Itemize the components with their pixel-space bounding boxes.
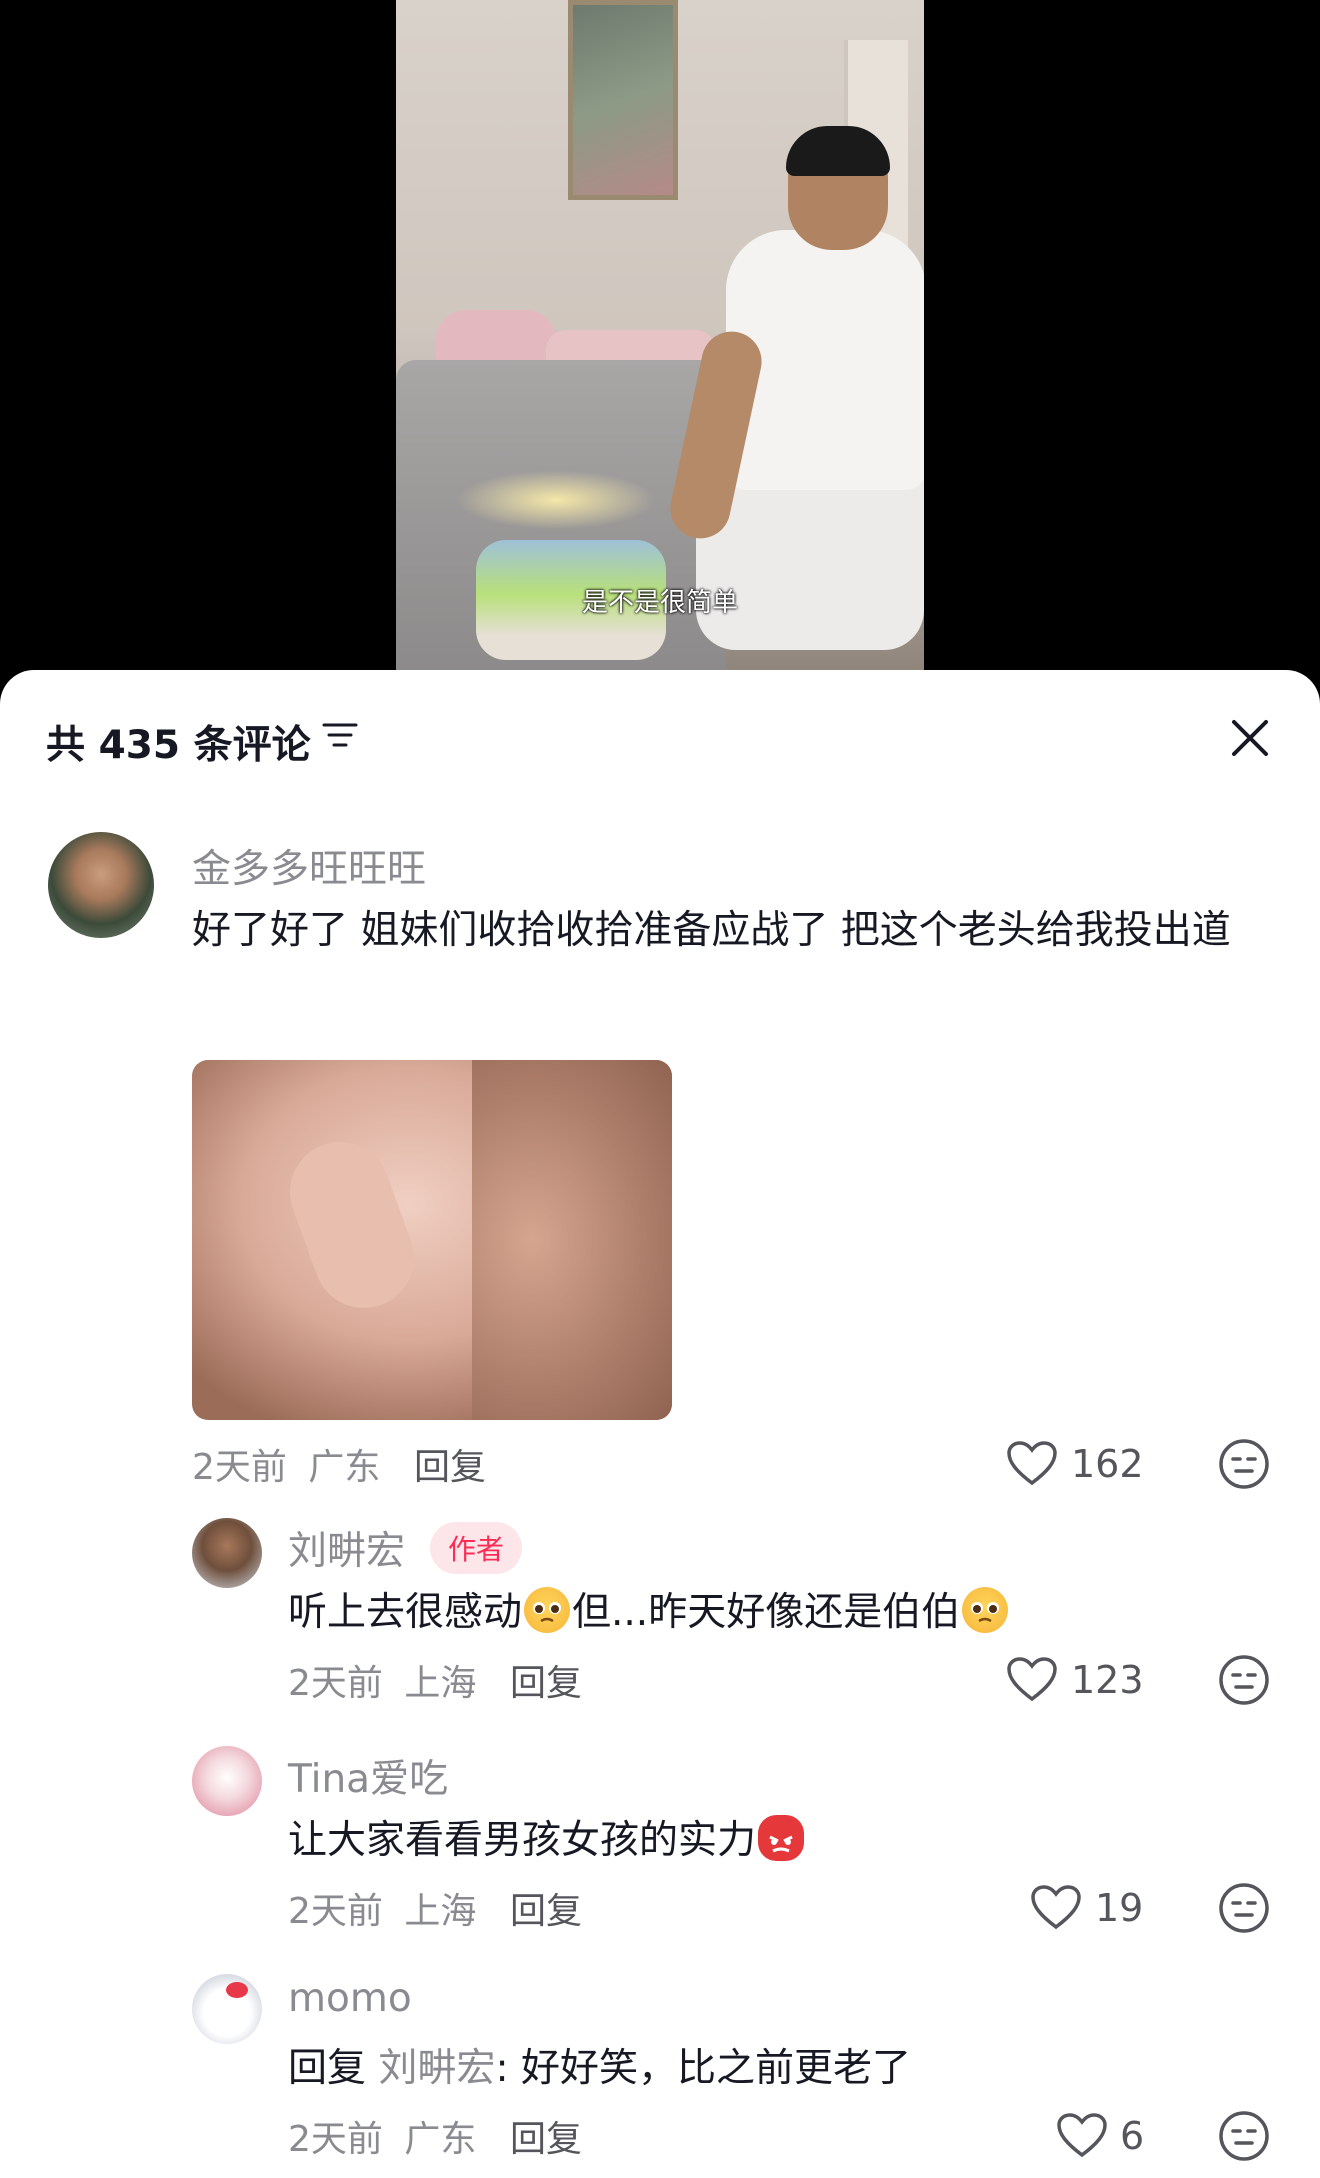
- author-badge: 作者: [430, 1522, 523, 1574]
- like-count: 19: [1095, 1886, 1144, 1930]
- heart-icon[interactable]: [1056, 2112, 1108, 2158]
- reply-button[interactable]: 回复: [510, 1654, 582, 1706]
- pleading-face-emoji-icon: [962, 1587, 1009, 1633]
- image-cheek: [472, 1060, 672, 1420]
- comment-text-part: 听上去很感动: [288, 1590, 523, 1635]
- heart-icon[interactable]: [1030, 1884, 1082, 1930]
- comments-count-title: 共 435 条评论: [46, 723, 311, 768]
- comment-text[interactable]: 回复 刘畊宏: 好好笑，比之前更老了: [288, 2036, 1268, 2102]
- comment-image[interactable]: [192, 1060, 672, 1420]
- comments-panel: 共 435 条评论 金多多旺旺旺 好了好了 姐妹们收拾收拾准备应战了 把这个老头…: [0, 670, 1320, 2178]
- comment-username[interactable]: momo: [288, 1976, 412, 2021]
- dislike-face-icon[interactable]: [1218, 1882, 1270, 1934]
- comment-text[interactable]: 让大家看看男孩女孩的实力: [288, 1808, 1268, 1874]
- comment-location: 广东: [308, 1447, 381, 1488]
- video-player[interactable]: 是不是很简单: [0, 0, 1320, 690]
- comment-text[interactable]: 听上去很感动 但...昨天好像还是伯伯: [288, 1580, 1268, 1646]
- video-sparkle-effect: [456, 470, 656, 530]
- video-subtitle: 是不是很简单: [581, 588, 738, 618]
- like-count: 6: [1120, 2114, 1145, 2158]
- avatar[interactable]: [192, 1518, 262, 1588]
- dislike-face-icon[interactable]: [1218, 1438, 1270, 1490]
- reply-button[interactable]: 回复: [510, 2110, 582, 2162]
- reply-button[interactable]: 回复: [510, 1882, 582, 1934]
- video-frame[interactable]: 是不是很简单: [396, 0, 924, 690]
- like-count: 162: [1071, 1442, 1144, 1486]
- comment-location: 上海: [404, 1891, 477, 1932]
- comment-time: 2天前: [288, 1663, 383, 1704]
- comment-text[interactable]: 好了好了 姐妹们收拾收拾准备应战了 把这个老头给我投出道: [192, 898, 1272, 964]
- pleading-face-emoji-icon: [524, 1587, 571, 1633]
- image-hand: [275, 1128, 429, 1322]
- comment-time: 2天前: [288, 1891, 383, 1932]
- like-count: 123: [1071, 1658, 1144, 1702]
- comment-time: 2天前: [288, 2119, 383, 2160]
- reply-prefix: 回复: [288, 2046, 367, 2091]
- comment-meta: 2天前 上海: [288, 1654, 476, 1706]
- reply-to-username[interactable]: 刘畊宏: [378, 2046, 495, 2091]
- comment-username[interactable]: 金多多旺旺旺: [192, 838, 426, 894]
- comment-username[interactable]: 刘畊宏: [288, 1520, 405, 1576]
- avatar-bow: [226, 1982, 248, 1998]
- heart-icon[interactable]: [1006, 1440, 1058, 1486]
- heart-icon[interactable]: [1006, 1656, 1058, 1702]
- comment-meta: 2天前 上海: [288, 1882, 476, 1934]
- avatar[interactable]: [192, 1974, 262, 2044]
- avatar[interactable]: [192, 1746, 262, 1816]
- reply-button[interactable]: 回复: [414, 1438, 486, 1490]
- avatar[interactable]: [48, 832, 154, 938]
- angry-devil-emoji-icon: [758, 1815, 805, 1861]
- comment-location: 上海: [404, 1663, 477, 1704]
- comment-text-part: 让大家看看男孩女孩的实力: [288, 1818, 757, 1863]
- comment-meta: 2天前 广东: [192, 1438, 380, 1490]
- dislike-face-icon[interactable]: [1218, 1654, 1270, 1706]
- video-painting: [568, 0, 678, 200]
- comment-text-part: : 好好笑，比之前更老了: [495, 2046, 911, 2091]
- comment-meta: 2天前 广东: [288, 2110, 476, 2162]
- dislike-face-icon[interactable]: [1218, 2110, 1270, 2162]
- comment-username[interactable]: Tina爱吃: [288, 1748, 448, 1804]
- comment-location: 广东: [404, 2119, 477, 2160]
- close-icon[interactable]: [1228, 716, 1272, 760]
- comment-text-part: 但...昨天好像还是伯伯: [572, 1590, 961, 1635]
- filter-icon[interactable]: [322, 720, 358, 750]
- comment-time: 2天前: [192, 1447, 287, 1488]
